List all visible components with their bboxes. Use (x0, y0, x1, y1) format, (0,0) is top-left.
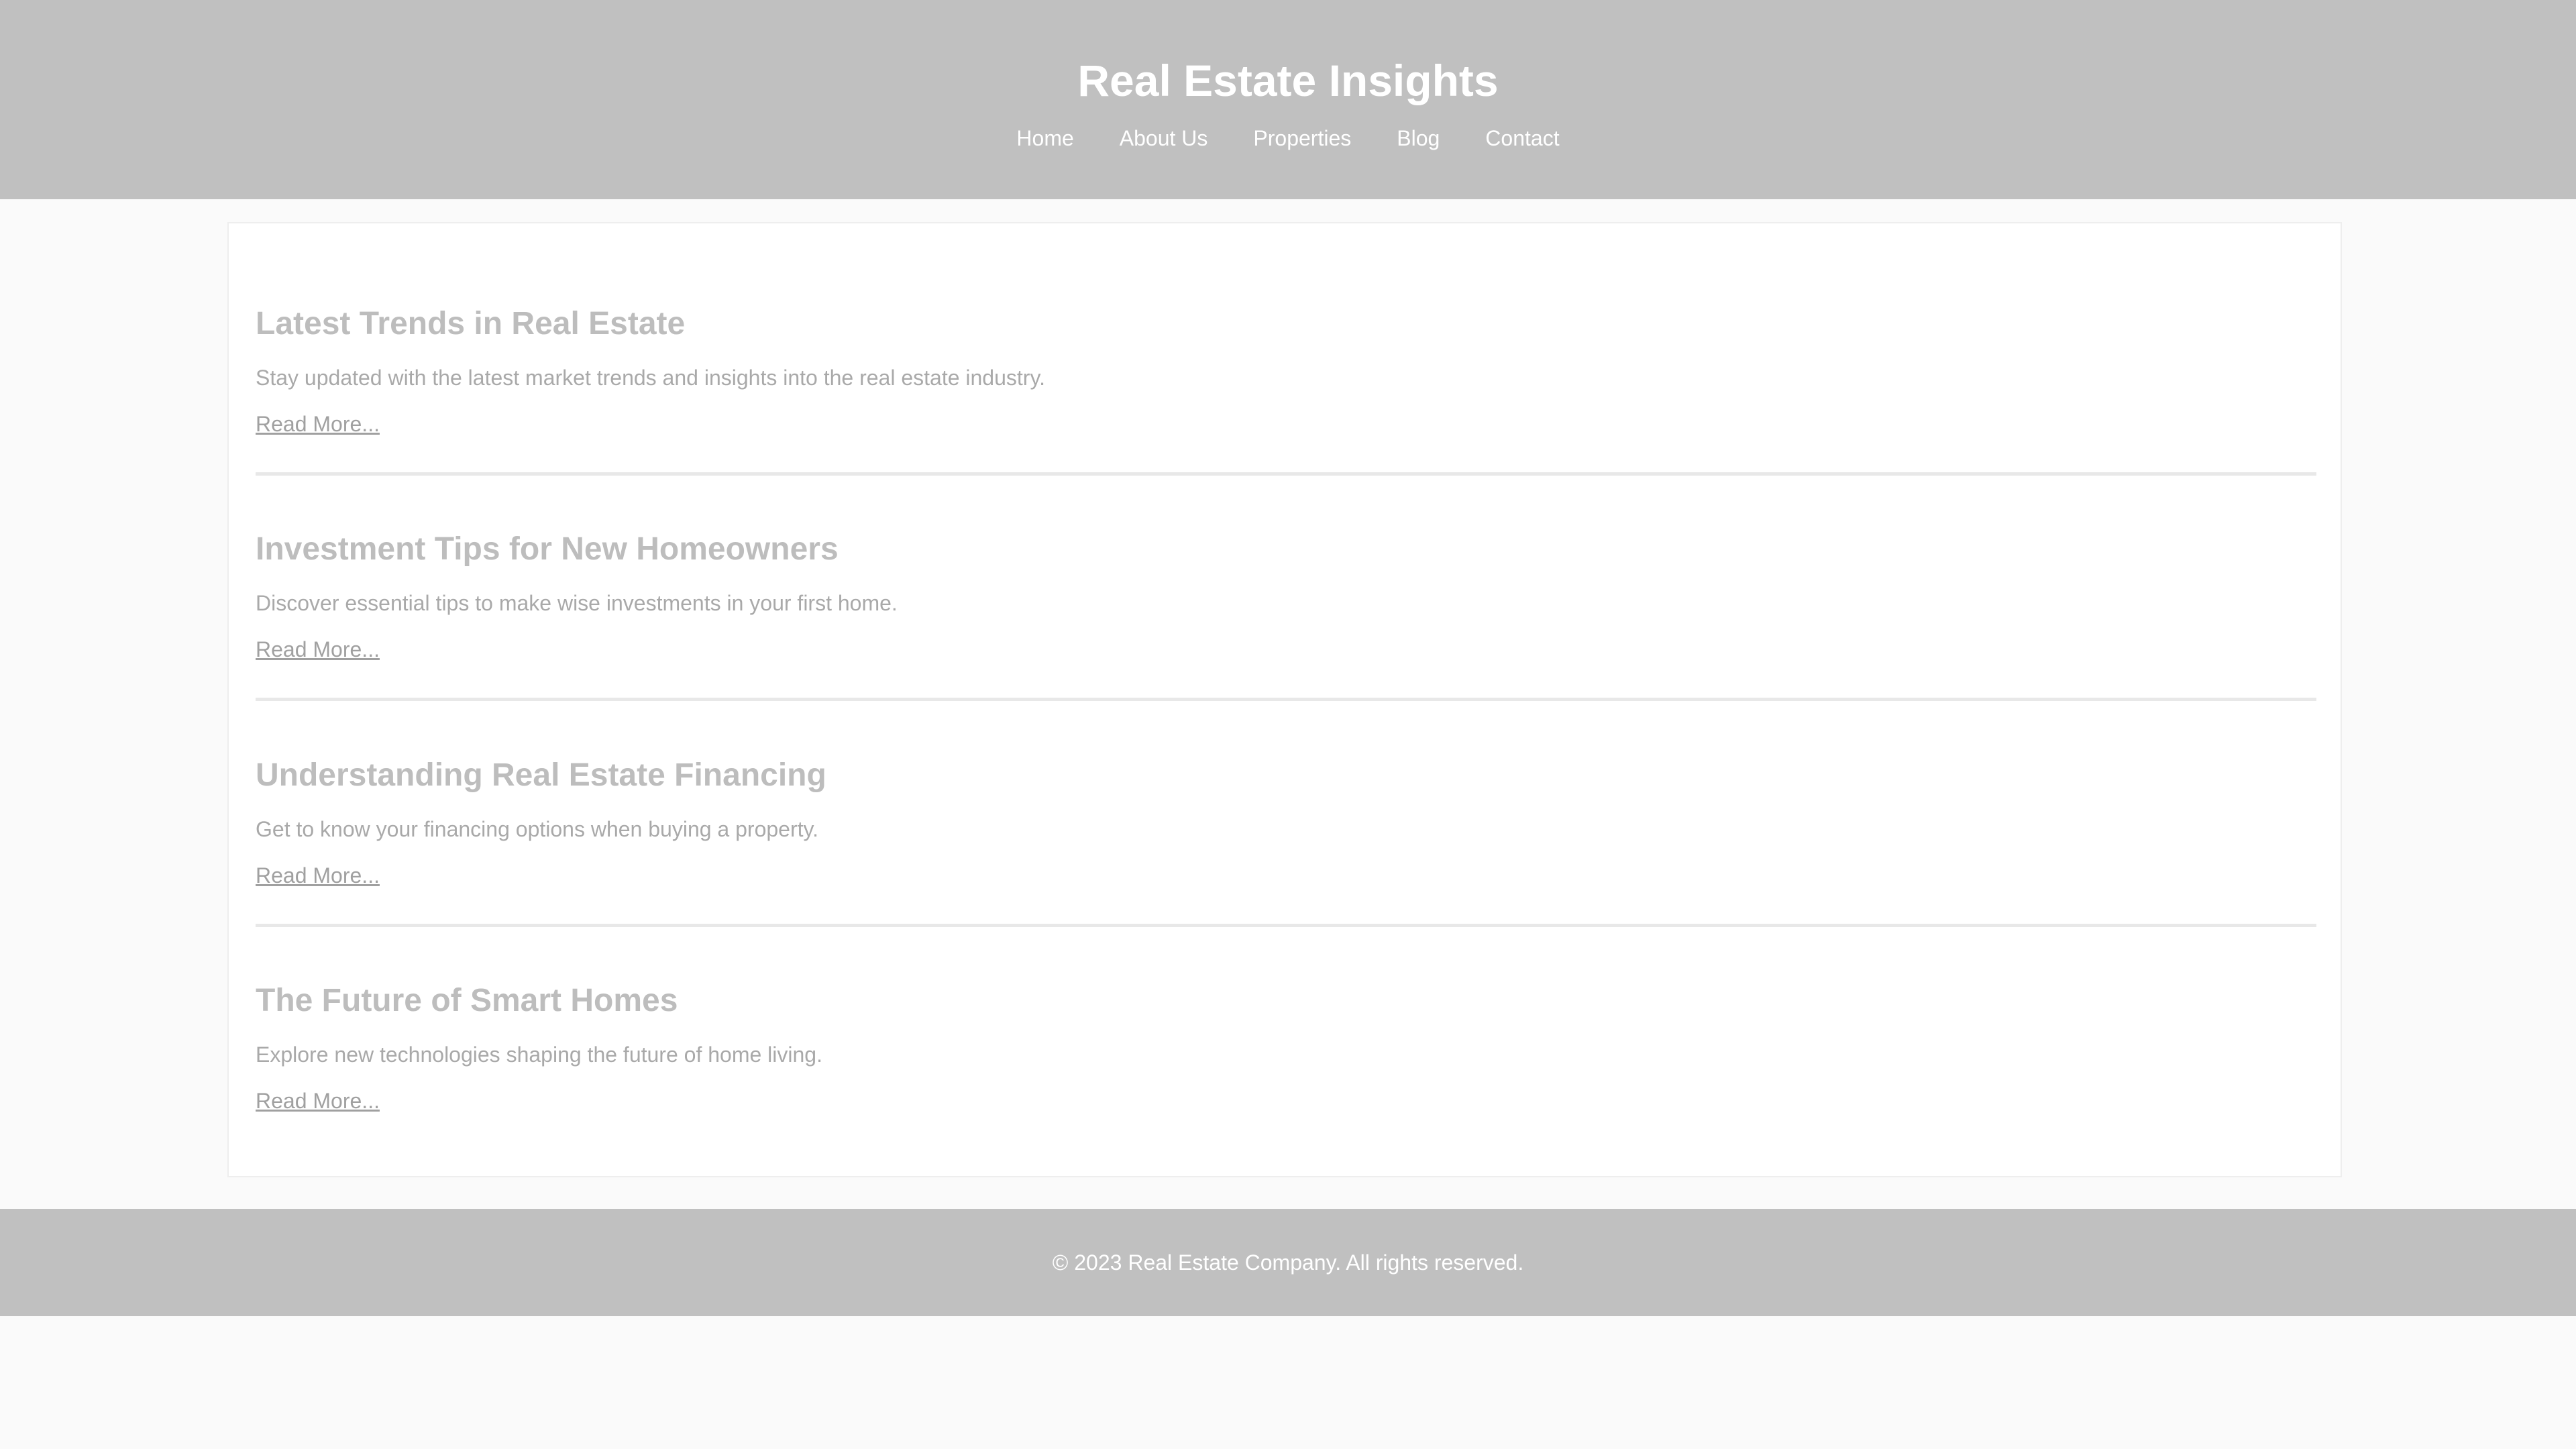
post-summary: Get to know your financing options when … (256, 817, 819, 841)
nav-contact-link[interactable]: Contact (1485, 126, 1559, 151)
blog-post: Latest Trends in Real Estate Stay update… (256, 303, 2316, 438)
post-summary: Explore new technologies shaping the fut… (256, 1042, 822, 1067)
site-title: Real Estate Insights (1077, 56, 1499, 105)
post-title: Investment Tips for New Homeowners (256, 531, 839, 567)
blog-post: The Future of Smart Homes Explore new te… (256, 979, 2316, 1115)
post-divider (256, 698, 2316, 701)
post-divider (256, 472, 2316, 476)
read-more-link[interactable]: Read More... (256, 1087, 380, 1115)
nav-home-link[interactable]: Home (1016, 126, 1073, 151)
blog-post-list: Latest Trends in Real Estate Stay update… (227, 222, 2342, 1177)
copyright-text: © 2023 Real Estate Company. All rights r… (1052, 1250, 1524, 1275)
nav-properties-link[interactable]: Properties (1253, 126, 1351, 151)
blog-post: Investment Tips for New Homeowners Disco… (256, 528, 2316, 663)
read-more-link[interactable]: Read More... (256, 861, 380, 890)
blog-post: Understanding Real Estate Financing Get … (256, 754, 2316, 890)
post-title: Latest Trends in Real Estate (256, 306, 686, 341)
post-summary: Discover essential tips to make wise inv… (256, 591, 898, 615)
nav-blog-link[interactable]: Blog (1397, 126, 1440, 151)
post-divider (256, 924, 2316, 927)
read-more-link[interactable]: Read More... (256, 410, 380, 438)
site-header: Real Estate Insights Home About Us Prope… (0, 0, 2576, 199)
post-summary: Stay updated with the latest market tren… (256, 366, 1045, 390)
site-footer: © 2023 Real Estate Company. All rights r… (0, 1209, 2576, 1316)
post-title: Understanding Real Estate Financing (256, 757, 826, 793)
main-navigation: Home About Us Properties Blog Contact (0, 126, 2576, 151)
read-more-link[interactable]: Read More... (256, 635, 380, 663)
nav-about-us-link[interactable]: About Us (1120, 126, 1208, 151)
post-title: The Future of Smart Homes (256, 983, 678, 1018)
